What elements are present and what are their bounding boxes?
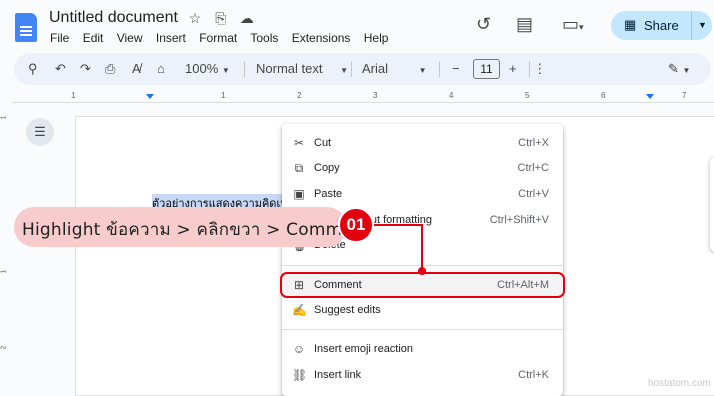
history-icon[interactable]: ↺ [476,14,491,35]
watermark: hostatom.com [648,378,711,389]
decrease-font-size-button[interactable]: − [452,61,460,76]
instruction-text: Highlight ข้อความ > คลิกขวา > Comment [22,220,371,240]
menu-item-copy[interactable]: ⧉ Copy Ctrl+C [282,156,563,180]
zoom-select[interactable]: 100% ▼ [185,61,230,76]
menu-divider [282,329,563,330]
paste-icon: ▣ [293,187,305,201]
menu-format[interactable]: Format [199,31,237,45]
menu-view[interactable]: View [117,31,143,45]
menu-item-insert-link[interactable]: ⛓ Insert link Ctrl+K [282,363,563,387]
menu-item-label: Cut [314,137,332,149]
toolbar-divider [439,61,440,77]
ruler-number: 1 [221,91,226,100]
more-options-icon[interactable]: ⋮ [526,61,546,77]
document-outline-button[interactable]: ☰ [26,118,54,146]
print-icon[interactable]: ⎙ [105,61,115,77]
menu-item-shortcut: Ctrl+Shift+V [489,214,549,226]
ruler-number: 1 [0,115,8,120]
horizontal-ruler[interactable]: 1 1 2 3 4 5 6 7 [12,91,714,103]
toolbar-divider [351,61,352,77]
vertical-ruler: 1 1 2 [0,108,10,396]
menu-item-shortcut: Ctrl+V [518,188,549,200]
scissors-icon: ✂ [293,136,305,150]
share-divider [691,11,692,40]
star-icon[interactable]: ☆ [184,10,206,27]
font-select[interactable]: Arial ▼ [362,61,427,76]
menu-item-label: Insert emoji reaction [314,343,414,355]
share-label: Share [644,18,679,33]
menu-item-label: Paste [314,188,343,200]
spellcheck-icon[interactable]: A̸ [132,61,141,76]
redo-icon[interactable]: ↷ [80,61,91,77]
formatting-toolbar: ⚲ ↶ ↷ ⎙ A̸ ⌂ 100% ▼ Normal text ▼ Arial … [14,53,711,85]
emoji-icon: ☺ [292,342,306,356]
right-indent-marker[interactable] [646,94,654,99]
copy-icon: ⧉ [294,161,304,175]
move-folder-icon[interactable]: ⎘ [210,10,232,27]
ruler-number: 1 [71,91,76,100]
style-select[interactable]: Normal text ▼ [256,61,348,76]
menu-item-suggest-edits[interactable]: ✍ Suggest edits [282,298,563,322]
ruler-number: 4 [449,91,454,100]
video-call-icon[interactable]: ▭▾ [562,14,584,35]
menu-item-shortcut: Ctrl+X [518,137,549,149]
cloud-icon[interactable]: ☁ [236,10,258,27]
menu-edit[interactable]: Edit [83,31,104,45]
menu-help[interactable]: Help [364,31,389,45]
menu-tools[interactable]: Tools [250,31,278,45]
ruler-number: 5 [525,91,530,100]
menu-insert[interactable]: Insert [156,31,186,45]
comments-icon[interactable]: ▤ [516,14,533,35]
link-icon: ⛓ [292,368,308,382]
docs-logo[interactable] [15,13,37,42]
ruler-number: 1 [0,269,8,274]
comment-highlight-box [280,272,565,298]
connector-line [421,224,423,271]
toolbar-divider [244,61,245,77]
step-badge: 01 [338,207,374,243]
title-icons: ☆ ⎘ ☁ [184,10,258,27]
share-button[interactable]: ▦ Share ▼ [611,11,712,40]
menu-item-paste[interactable]: ▣ Paste Ctrl+V [282,182,563,206]
menu-item-label: Suggest edits [314,304,381,316]
ruler-number: 6 [601,91,606,100]
menu-item-label: Insert link [314,369,362,381]
connector-line [372,224,423,226]
share-dropdown-icon[interactable]: ▼ [698,20,707,30]
menu-item-shortcut: Ctrl+C [517,162,549,174]
editing-mode-icon[interactable]: ✎ ▼ [668,61,690,77]
ruler-number: 3 [373,91,378,100]
document-title[interactable]: Untitled document [49,9,178,27]
paint-format-icon[interactable]: ⌂ [157,61,165,76]
menu-item-shortcut: Ctrl+K [518,369,549,381]
side-panel-edge [710,157,714,252]
menu-item-label: Copy [314,162,340,174]
search-menus-icon[interactable]: ⚲ [28,61,38,77]
ruler-number: 7 [682,91,687,100]
suggest-edits-icon: ✍ [292,303,307,317]
left-indent-marker[interactable] [146,94,154,99]
menu-item-cut[interactable]: ✂ Cut Ctrl+X [282,131,563,155]
connector-dot [418,267,426,275]
undo-icon[interactable]: ↶ [55,61,66,77]
lock-icon: ▦ [624,17,637,32]
menu-bar: File Edit View Insert Format Tools Exten… [50,31,398,45]
ruler-number: 2 [297,91,302,100]
ruler-number: 2 [0,345,8,350]
menu-extensions[interactable]: Extensions [292,31,351,45]
font-size-input[interactable]: 11 [473,59,500,79]
menu-file[interactable]: File [50,31,69,45]
increase-font-size-button[interactable]: + [509,61,517,76]
menu-item-insert-emoji-reaction[interactable]: ☺ Insert emoji reaction [282,337,563,361]
